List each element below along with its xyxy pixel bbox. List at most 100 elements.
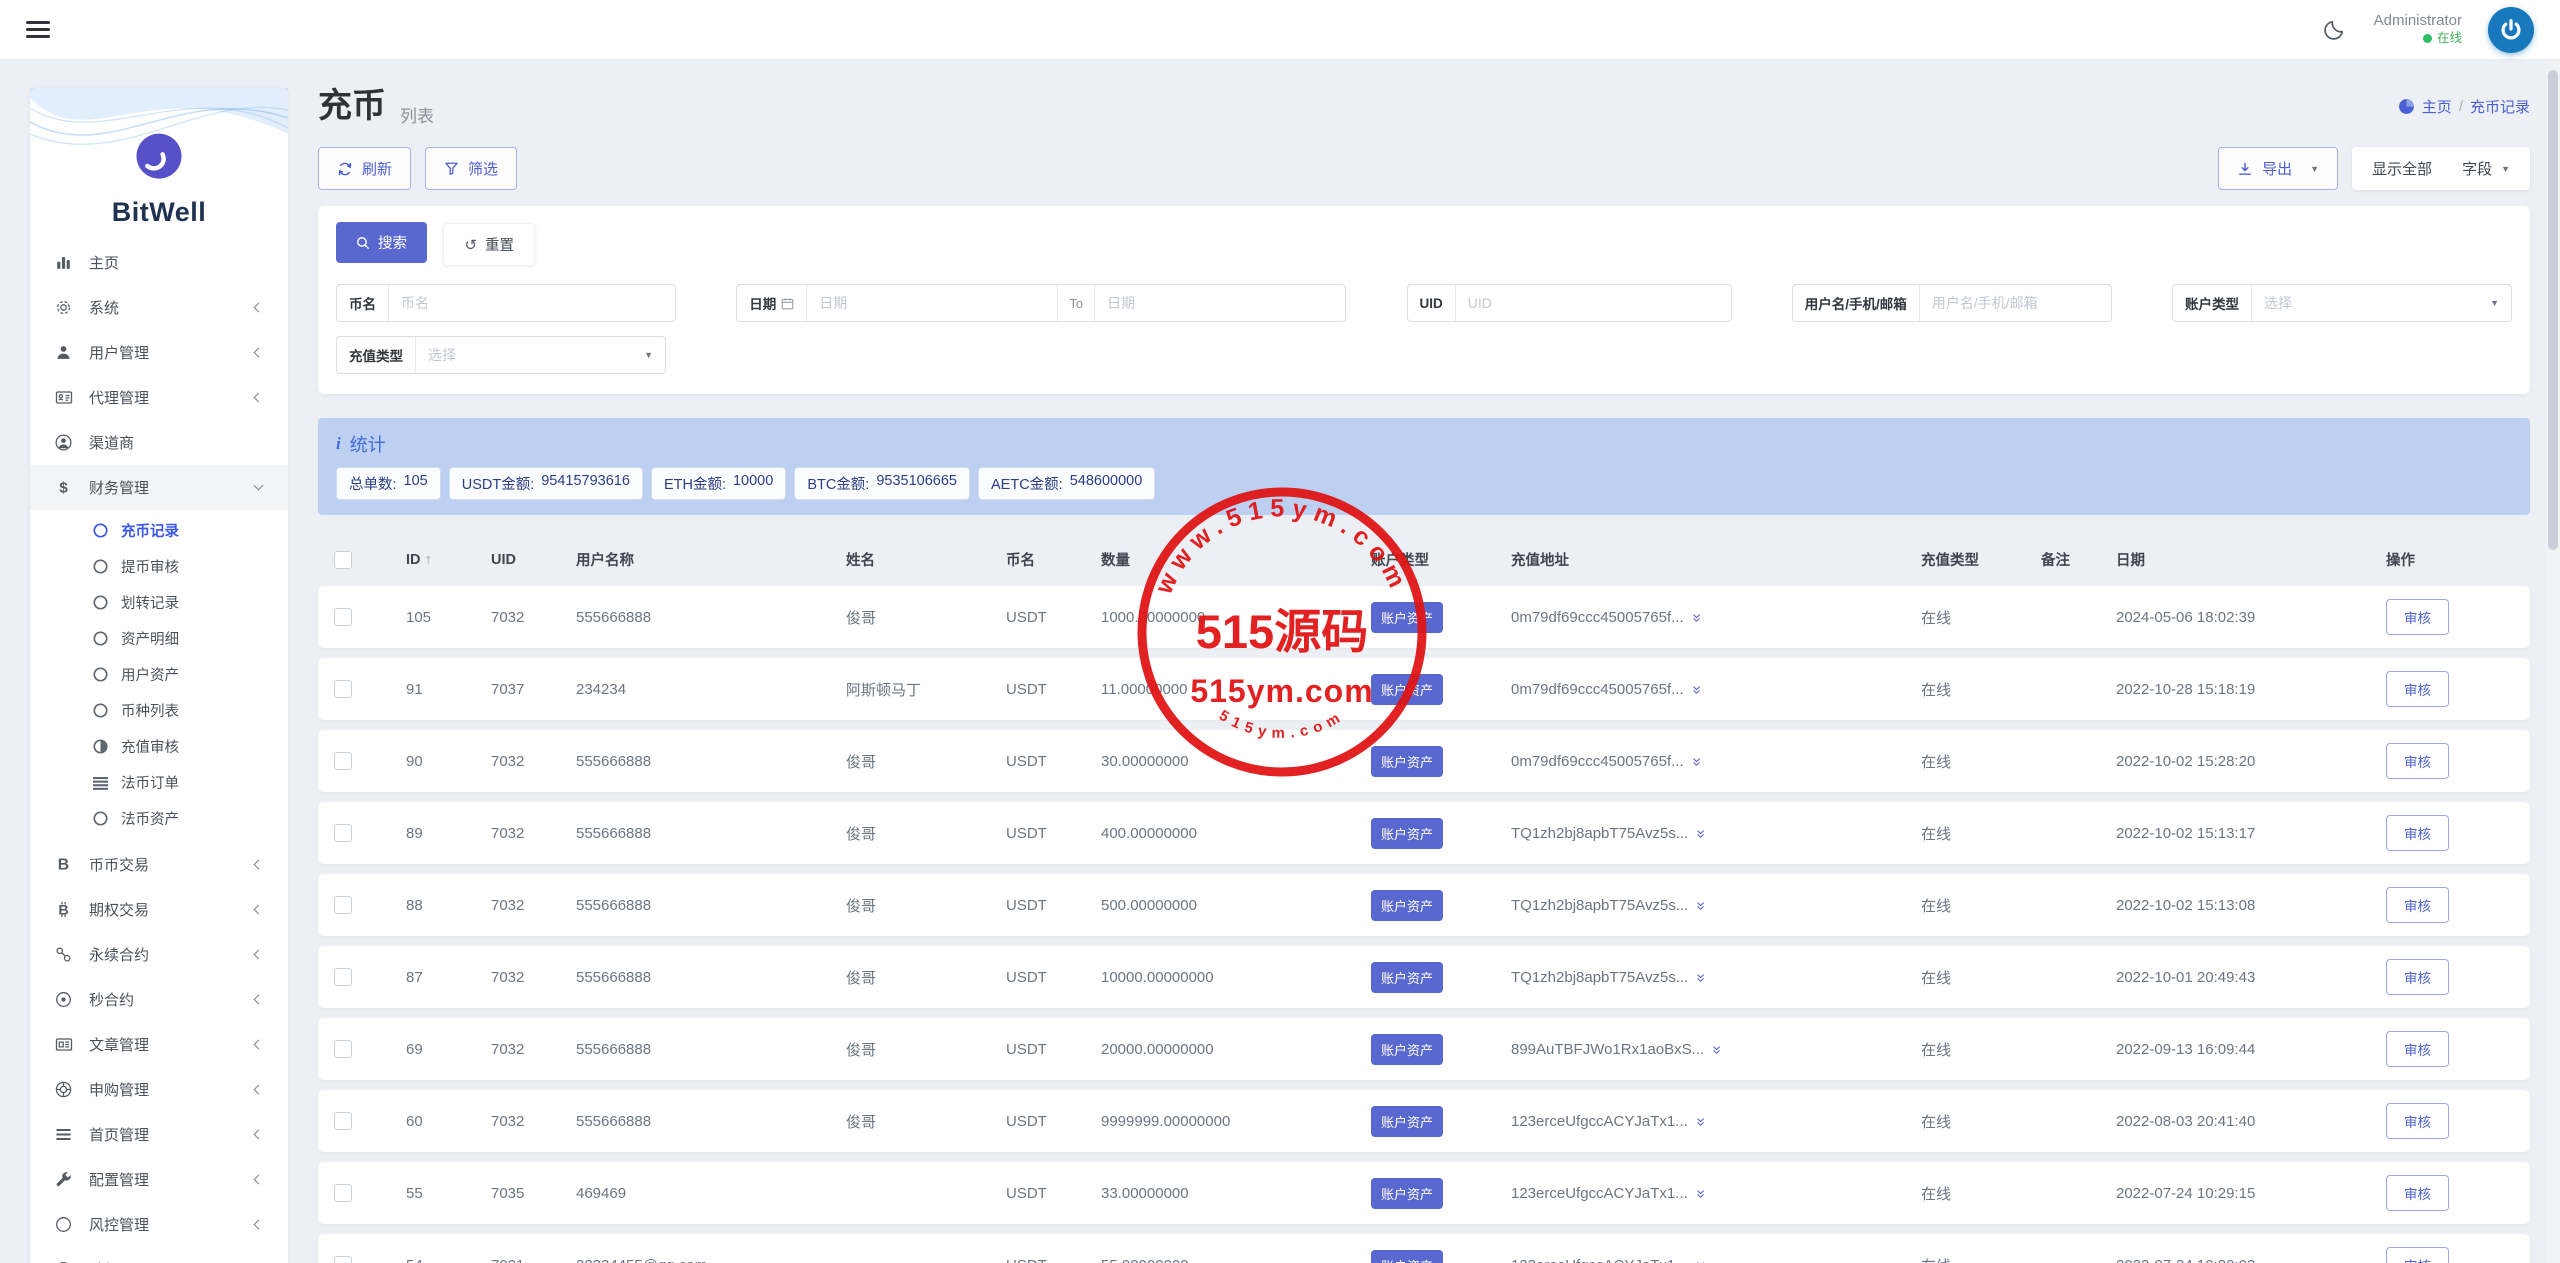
- audit-button[interactable]: 审核: [2386, 815, 2449, 851]
- sidebar-item[interactable]: 主页: [30, 240, 288, 285]
- row-checkbox[interactable]: [334, 1256, 352, 1263]
- sidebar-subitem[interactable]: 充币记录: [30, 512, 288, 548]
- row-checkbox[interactable]: [334, 1112, 352, 1130]
- uid-input[interactable]: [1456, 285, 1731, 321]
- circle-icon: [93, 631, 108, 646]
- deposit-address: 899AuTBFJWo1Rx1aoBxS...: [1511, 1041, 1704, 1058]
- sidebar-item[interactable]: 系统: [30, 285, 288, 330]
- row-checkbox[interactable]: [334, 680, 352, 698]
- expand-address-icon[interactable]: »: [1692, 902, 1710, 909]
- search-button[interactable]: 搜索: [336, 222, 427, 263]
- expand-address-icon[interactable]: »: [1687, 758, 1705, 765]
- export-button[interactable]: 导出 ▼: [2218, 147, 2338, 190]
- cell-username: 555666888: [560, 897, 830, 914]
- sidebar-subitem[interactable]: 资产明细: [30, 620, 288, 656]
- sidebar-item[interactable]: 配置管理: [30, 1157, 288, 1202]
- sidebar-item[interactable]: B期权交易: [30, 887, 288, 932]
- sidebar-item[interactable]: 用户管理: [30, 330, 288, 375]
- row-checkbox[interactable]: [334, 824, 352, 842]
- expand-address-icon[interactable]: »: [1687, 614, 1705, 621]
- breadcrumb-home[interactable]: 主页: [2422, 96, 2452, 117]
- chevron-down-icon: ▼: [644, 350, 653, 360]
- brand: BitWell: [30, 88, 288, 240]
- breadcrumb-current[interactable]: 充币记录: [2470, 96, 2530, 117]
- cell-date: 2022-10-02 15:13:17: [2100, 825, 2370, 842]
- cell-date: 2022-07-24 10:20:03: [2100, 1257, 2370, 1263]
- sidebar-item[interactable]: 代理管理: [30, 375, 288, 420]
- date-from-input[interactable]: [807, 285, 1057, 321]
- expand-address-icon[interactable]: »: [1691, 1190, 1709, 1197]
- cell-deposit-type: 在线: [1905, 1111, 2025, 1132]
- account-type-select[interactable]: 选择 ▼: [2252, 285, 2511, 321]
- cell-coin: USDT: [990, 825, 1085, 842]
- audit-button[interactable]: 审核: [2386, 1103, 2449, 1139]
- sidebar-item[interactable]: $财务管理: [30, 465, 288, 510]
- sidebar-item[interactable]: 矿机: [30, 1247, 288, 1263]
- column-id[interactable]: ID↑: [390, 552, 475, 568]
- audit-button[interactable]: 审核: [2386, 887, 2449, 923]
- user-info: Administrator 在线: [2374, 12, 2462, 46]
- reset-button[interactable]: ↺ 重置: [443, 223, 535, 266]
- row-checkbox[interactable]: [334, 1040, 352, 1058]
- cell-coin: USDT: [990, 897, 1085, 914]
- deposit-type-select[interactable]: 选择 ▼: [416, 337, 665, 373]
- expand-address-icon[interactable]: »: [1687, 686, 1705, 693]
- statistics-panel: i 统计 总单数:105 USDT金额:95415793616 ETH金额:10…: [318, 418, 2530, 515]
- select-all-checkbox[interactable]: [334, 551, 352, 569]
- sidebar-subitem[interactable]: 用户资产: [30, 656, 288, 692]
- sidebar-subitem[interactable]: 币种列表: [30, 692, 288, 728]
- audit-button[interactable]: 审核: [2386, 959, 2449, 995]
- filter-button[interactable]: 筛选: [425, 147, 517, 190]
- cell-amount: 30.00000000: [1085, 753, 1355, 770]
- user-name: Administrator: [2374, 12, 2462, 31]
- sidebar-subitem[interactable]: 法币资产: [30, 800, 288, 836]
- fields-button[interactable]: 显示全部 字段 ▼: [2352, 147, 2530, 190]
- wrench-icon: [54, 1170, 81, 1189]
- scrollbar[interactable]: [2546, 60, 2560, 1263]
- audit-button[interactable]: 审核: [2386, 671, 2449, 707]
- account-type-badge: 账户资产: [1371, 1106, 1443, 1137]
- sidebar-subitem[interactable]: 法币订单: [30, 764, 288, 800]
- row-checkbox[interactable]: [334, 608, 352, 626]
- logout-button[interactable]: [2488, 7, 2534, 53]
- expand-address-icon[interactable]: »: [1708, 1046, 1726, 1053]
- sidebar-subitem[interactable]: 充值审核: [30, 728, 288, 764]
- sidebar-item[interactable]: 风控管理: [30, 1202, 288, 1247]
- expand-address-icon[interactable]: »: [1692, 974, 1710, 981]
- menu-toggle-icon[interactable]: [26, 21, 50, 38]
- sidebar-item[interactable]: 首页管理: [30, 1112, 288, 1157]
- row-checkbox[interactable]: [334, 968, 352, 986]
- row-checkbox[interactable]: [334, 896, 352, 914]
- audit-button[interactable]: 审核: [2386, 1031, 2449, 1067]
- stat-badge: 总单数:105: [336, 467, 441, 500]
- scrollbar-thumb[interactable]: [2548, 70, 2558, 550]
- expand-address-icon[interactable]: »: [1691, 1118, 1709, 1125]
- row-checkbox[interactable]: [334, 752, 352, 770]
- sidebar-item[interactable]: 秒合约: [30, 977, 288, 1022]
- chevron-left-icon: [254, 860, 264, 870]
- user-input[interactable]: [1920, 285, 2111, 321]
- account-type-badge: 账户资产: [1371, 1250, 1443, 1263]
- dark-mode-toggle-icon[interactable]: [2322, 17, 2348, 43]
- chevron-left-icon: [254, 348, 264, 358]
- sidebar-item[interactable]: B币币交易: [30, 842, 288, 887]
- cell-id: 91: [390, 681, 475, 698]
- sidebar-item[interactable]: 永续合约: [30, 932, 288, 977]
- expand-address-icon[interactable]: »: [1692, 830, 1710, 837]
- sidebar-item[interactable]: 渠道商: [30, 420, 288, 465]
- audit-button[interactable]: 审核: [2386, 1247, 2449, 1263]
- cell-name: 俊哥: [830, 1039, 990, 1060]
- audit-button[interactable]: 审核: [2386, 743, 2449, 779]
- sidebar-subitem[interactable]: 提币审核: [30, 548, 288, 584]
- sidebar-item[interactable]: 文章管理: [30, 1022, 288, 1067]
- sidebar-subitem[interactable]: 划转记录: [30, 584, 288, 620]
- coin-input[interactable]: [389, 285, 675, 321]
- date-to-input[interactable]: [1095, 285, 1345, 321]
- deposit-address: 0m79df69ccc45005765f...: [1511, 753, 1684, 770]
- audit-button[interactable]: 审核: [2386, 599, 2449, 635]
- sidebar-item[interactable]: 申购管理: [30, 1067, 288, 1112]
- audit-button[interactable]: 审核: [2386, 1175, 2449, 1211]
- refresh-button[interactable]: 刷新: [318, 147, 411, 190]
- users-icon: [54, 343, 81, 362]
- row-checkbox[interactable]: [334, 1184, 352, 1202]
